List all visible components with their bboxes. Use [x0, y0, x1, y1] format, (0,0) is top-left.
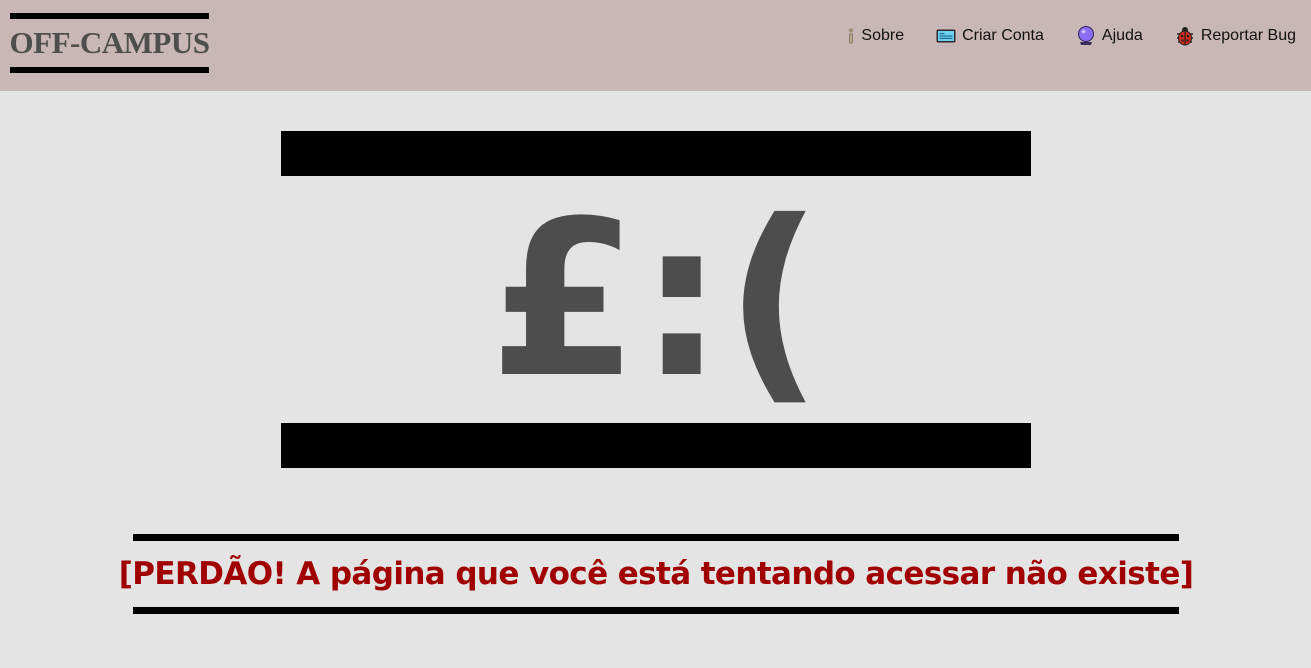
error-message-box: [PERDÃO! A página que você está tentando…: [119, 534, 1194, 614]
site-logo[interactable]: OFF-CAMPUS: [9, 13, 210, 73]
nav-item-ajuda[interactable]: Ajuda: [1076, 26, 1143, 46]
error-illustration: £:(: [281, 131, 1031, 468]
nav-label-ajuda: Ajuda: [1101, 27, 1143, 44]
crystal-ball-icon: [1076, 26, 1096, 46]
bottom-divider-bar: [281, 423, 1031, 468]
sad-face-text: £:(: [489, 174, 823, 425]
id-card-icon: [936, 26, 956, 46]
nav-label-criar-conta: Criar Conta: [962, 27, 1044, 44]
ladybug-icon: [1175, 26, 1195, 46]
nav-item-reportar-bug[interactable]: Reportar Bug: [1175, 26, 1296, 46]
nav-label-sobre: Sobre: [861, 27, 905, 44]
info-icon: [847, 26, 855, 46]
top-divider-bar: [281, 131, 1031, 176]
nav-item-criar-conta[interactable]: Criar Conta: [936, 26, 1044, 46]
error-message: [PERDÃO! A página que você está tentando…: [118, 556, 1194, 592]
main-nav: Sobre Criar Conta Ajuda Reportar Bug: [847, 26, 1296, 46]
top-bar: OFF-CAMPUS Sobre Criar Conta Ajuda Repor…: [0, 0, 1311, 91]
nav-item-sobre[interactable]: Sobre: [847, 26, 904, 46]
logo-text: OFF-CAMPUS: [9, 25, 210, 60]
nav-label-reportar-bug: Reportar Bug: [1200, 27, 1296, 44]
